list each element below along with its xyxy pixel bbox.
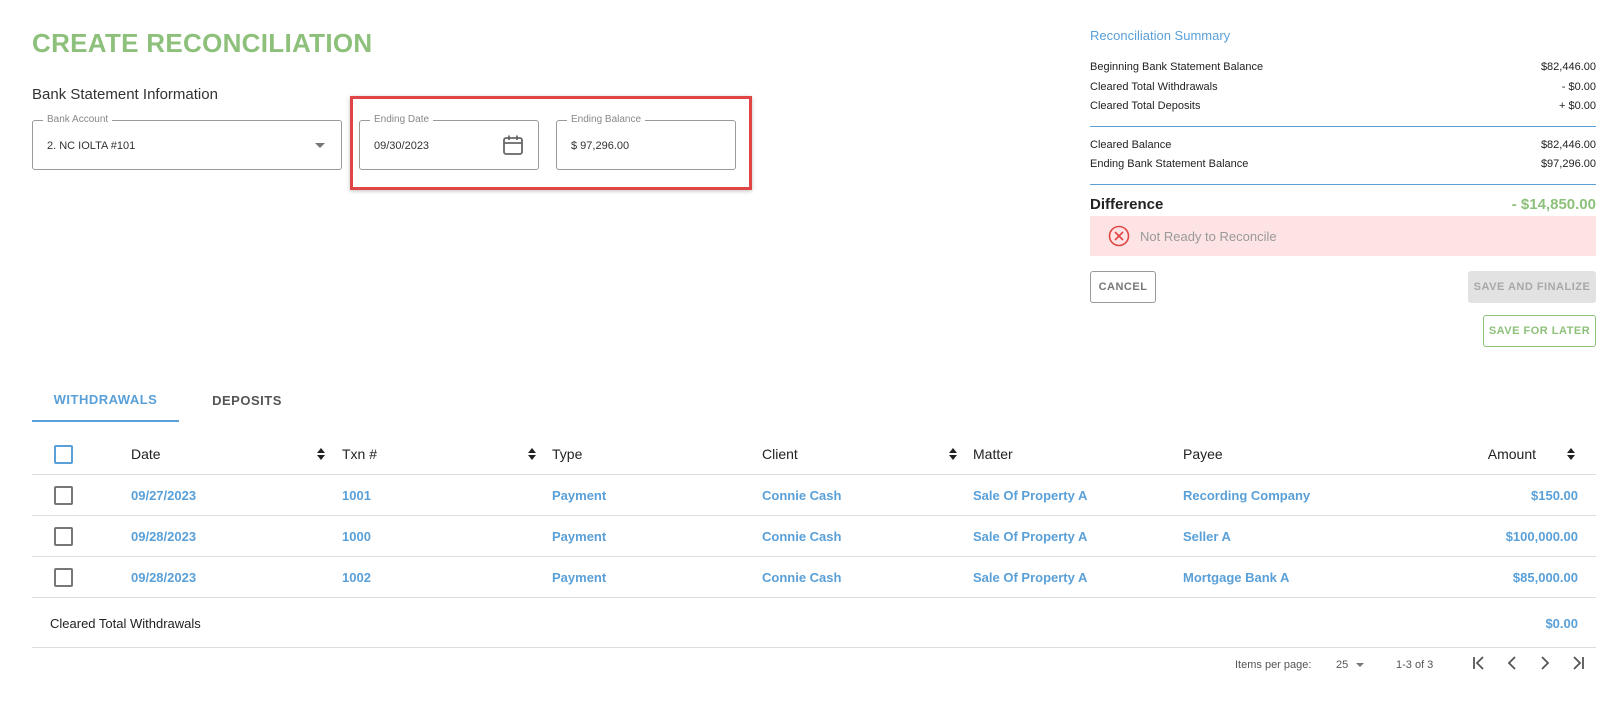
cell-client[interactable]: Connie Cash [762,557,841,597]
cell-type[interactable]: Payment [552,557,606,597]
section-title: Bank Statement Information [32,86,218,103]
first-page-icon[interactable] [1470,653,1490,673]
chevron-down-icon[interactable] [315,143,325,148]
status-banner: Not Ready to Reconcile [1090,216,1596,256]
cell-type[interactable]: Payment [552,475,606,515]
summary-divider [1090,126,1596,127]
error-circle-icon [1108,225,1130,247]
row-checkbox[interactable] [54,567,73,587]
cell-matter[interactable]: Sale Of Property A [973,557,1087,597]
table-header-row: Date Txn # Type Client Matter Payee Amou… [32,434,1596,475]
row-checkbox-cell [54,475,73,515]
summary-row-label: Cleared Balance [1090,139,1172,151]
cell-date[interactable]: 09/28/2023 [131,516,196,556]
cell-client[interactable]: Connie Cash [762,475,841,515]
difference-label: Difference [1090,196,1164,213]
summary-row-value: $82,446.00 [1540,61,1596,73]
page-title: CREATE RECONCILIATION [32,28,373,58]
select-all-checkbox[interactable] [54,444,73,464]
sort-icon[interactable] [527,447,537,461]
column-header-txn[interactable]: Txn # [342,434,377,474]
summary-row: Cleared Total Withdrawals - $0.00 [1090,81,1596,93]
summary-row: Cleared Total Deposits + $0.00 [1090,100,1596,112]
summary-row-label: Cleared Total Withdrawals [1090,81,1218,93]
summary-row: Beginning Bank Statement Balance $82,446… [1090,61,1596,73]
cell-client[interactable]: Connie Cash [762,516,841,556]
summary-row-value: $97,296.00 [1540,158,1596,170]
column-header-amount[interactable]: Amount [1392,434,1536,474]
table-footer-row: Cleared Total Withdrawals $0.00 [32,602,1596,648]
difference-row: Difference - $14,850.00 [1090,196,1596,213]
sort-icon[interactable] [948,447,958,461]
footer-total-value: $0.00 [1545,616,1578,631]
cell-amount[interactable]: $150.00 [1392,475,1578,515]
pagination-range: 1-3 of 3 [1396,659,1434,671]
last-page-icon[interactable] [1567,653,1587,673]
cell-amount[interactable]: $100,000.00 [1392,516,1578,556]
save-and-finalize-button[interactable]: SAVE AND FINALIZE [1468,271,1596,303]
column-header-payee: Payee [1183,446,1223,462]
cell-txn[interactable]: 1001 [342,475,371,515]
summary-row: Cleared Balance $82,446.00 [1090,139,1596,151]
row-checkbox[interactable] [54,526,73,546]
summary-row-value: - $0.00 [1561,81,1596,93]
bank-account-value: 2. NC IOLTA #101 [47,140,136,152]
summary-row-label: Cleared Total Deposits [1090,100,1201,112]
highlight-box [350,96,752,190]
items-per-page-select[interactable]: 25 [1336,655,1365,675]
summary-row-value: $82,446.00 [1540,139,1596,151]
column-header-matter: Matter [973,446,1013,462]
items-per-page-value: 25 [1336,659,1349,671]
cell-date[interactable]: 09/27/2023 [131,475,196,515]
tab-bar: WITHDRAWALS DEPOSITS [32,378,1596,422]
summary-divider [1090,184,1596,185]
sort-icon[interactable] [316,447,326,461]
items-per-page-label: Items per page: [1235,659,1312,671]
column-header-type: Type [552,446,583,462]
table-row[interactable]: 09/28/2023 1000 Payment Connie Cash Sale… [32,516,1596,557]
tab-deposits[interactable]: DEPOSITS [192,378,302,422]
column-header-client[interactable]: Client [762,434,798,474]
select-all-cell [54,434,73,474]
cell-amount[interactable]: $85,000.00 [1392,557,1578,597]
cell-txn[interactable]: 1002 [342,557,371,597]
cell-payee[interactable]: Seller A [1183,516,1231,556]
row-checkbox-cell [54,557,73,597]
status-text: Not Ready to Reconcile [1140,228,1277,244]
summary-row: Ending Bank Statement Balance $97,296.00 [1090,158,1596,170]
table-row[interactable]: 09/27/2023 1001 Payment Connie Cash Sale… [32,475,1596,516]
cell-matter[interactable]: Sale Of Property A [973,516,1087,556]
bank-account-select[interactable]: Bank Account 2. NC IOLTA #101 [32,114,342,170]
next-page-icon[interactable] [1535,653,1555,673]
tab-withdrawals[interactable]: WITHDRAWALS [32,378,179,422]
row-checkbox-cell [54,516,73,556]
cell-txn[interactable]: 1000 [342,516,371,556]
sort-icon[interactable] [1566,447,1576,461]
bank-account-label: Bank Account [43,114,113,125]
cell-date[interactable]: 09/28/2023 [131,557,196,597]
chevron-down-icon [1356,663,1365,667]
summary-title: Reconciliation Summary [1090,28,1231,43]
cancel-button[interactable]: CANCEL [1090,271,1156,303]
cell-payee[interactable]: Recording Company [1183,475,1310,515]
summary-row-value: + $0.00 [1558,100,1596,112]
difference-value: - $14,850.00 [1511,196,1596,213]
save-for-later-button[interactable]: SAVE FOR LATER [1483,315,1596,347]
cell-type[interactable]: Payment [552,516,606,556]
summary-row-label: Ending Bank Statement Balance [1090,158,1249,170]
footer-total-label: Cleared Total Withdrawals [50,616,201,631]
table-row[interactable]: 09/28/2023 1002 Payment Connie Cash Sale… [32,557,1596,598]
column-header-date[interactable]: Date [131,434,161,474]
summary-row-label: Beginning Bank Statement Balance [1090,61,1264,73]
cell-payee[interactable]: Mortgage Bank A [1183,557,1289,597]
cell-matter[interactable]: Sale Of Property A [973,475,1087,515]
previous-page-icon[interactable] [1502,653,1522,673]
row-checkbox[interactable] [54,485,73,505]
